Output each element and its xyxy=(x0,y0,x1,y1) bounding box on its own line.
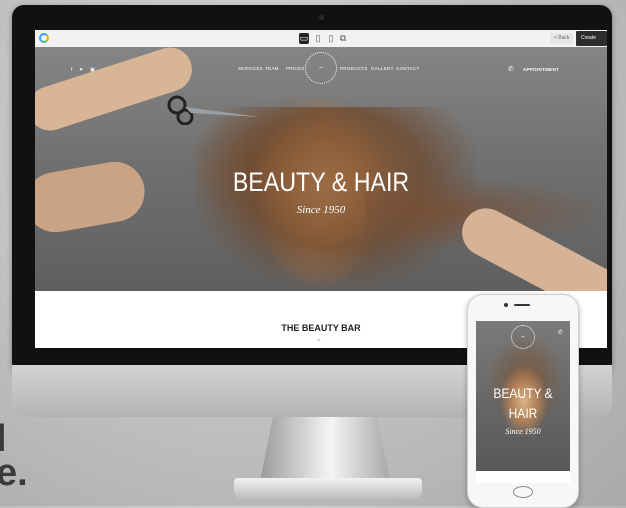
mobile-content-strip xyxy=(476,471,570,483)
iphone-mockup: ✂ ✆ BEAUTY & HAIR Since 1950 xyxy=(467,294,579,508)
imac-base xyxy=(234,478,422,500)
appointment-link[interactable]: APPOINTMENT xyxy=(523,67,559,72)
chevron-down-icon[interactable]: ⌄ xyxy=(316,335,322,343)
mobile-hero-subtitle: Since 1950 xyxy=(505,427,541,436)
create-site-button[interactable]: Create Site xyxy=(576,31,607,56)
tablet-view-icon[interactable]: ▯ xyxy=(313,33,323,44)
background-letter-bottom: e. xyxy=(0,452,28,494)
nav-prices[interactable]: PRICES xyxy=(286,66,305,71)
scissors-icon xyxy=(167,95,260,125)
mobile-title-line2: HAIR xyxy=(508,405,538,421)
imac-stand xyxy=(260,417,390,481)
nav-services[interactable]: SERVICES xyxy=(238,66,263,71)
hero-subtitle: Since 1950 xyxy=(296,204,346,216)
nav-team[interactable]: TEAM xyxy=(265,66,279,71)
mobile-phone-icon[interactable]: ✆ xyxy=(558,329,563,336)
nav-products[interactable]: PRODUCTS xyxy=(340,66,368,71)
phone-speaker xyxy=(514,304,530,306)
nav-contact[interactable]: CONTACT xyxy=(396,66,420,71)
editor-toolbar: ▭ ▯ ▯ ⧉ < Back Create Site xyxy=(35,30,607,56)
phone-icon[interactable]: ✆ xyxy=(508,65,514,73)
builder-logo-icon[interactable] xyxy=(39,33,49,43)
mobile-salon-logo[interactable]: ✂ xyxy=(511,325,535,349)
hero-title: BEAUTY & HAIR xyxy=(232,167,410,197)
site-navigation: f ♥ ▣ SERVICES TEAM PRICES ✂ PRODUCTS GA… xyxy=(35,52,607,84)
social-icons[interactable]: f ♥ ▣ xyxy=(71,67,98,73)
camera-icon xyxy=(319,15,324,20)
mobile-preview: ✂ ✆ BEAUTY & HAIR Since 1950 xyxy=(476,321,570,483)
mobile-hero-title: BEAUTY & HAIR xyxy=(483,383,564,423)
phone-camera-icon xyxy=(504,303,508,307)
desktop-view-icon[interactable]: ▭ xyxy=(299,33,309,44)
salon-logo[interactable]: ✂ xyxy=(305,52,337,84)
nav-gallery[interactable]: GALLERY xyxy=(371,66,394,71)
mobile-title-line1: BEAUTY & xyxy=(493,385,553,401)
home-button-icon[interactable] xyxy=(513,486,533,498)
back-button[interactable]: < Back xyxy=(550,33,574,44)
mobile-view-icon[interactable]: ▯ xyxy=(326,33,336,44)
hero-section: f ♥ ▣ SERVICES TEAM PRICES ✂ PRODUCTS GA… xyxy=(35,47,607,291)
multi-device-icon[interactable]: ⧉ xyxy=(338,33,348,44)
